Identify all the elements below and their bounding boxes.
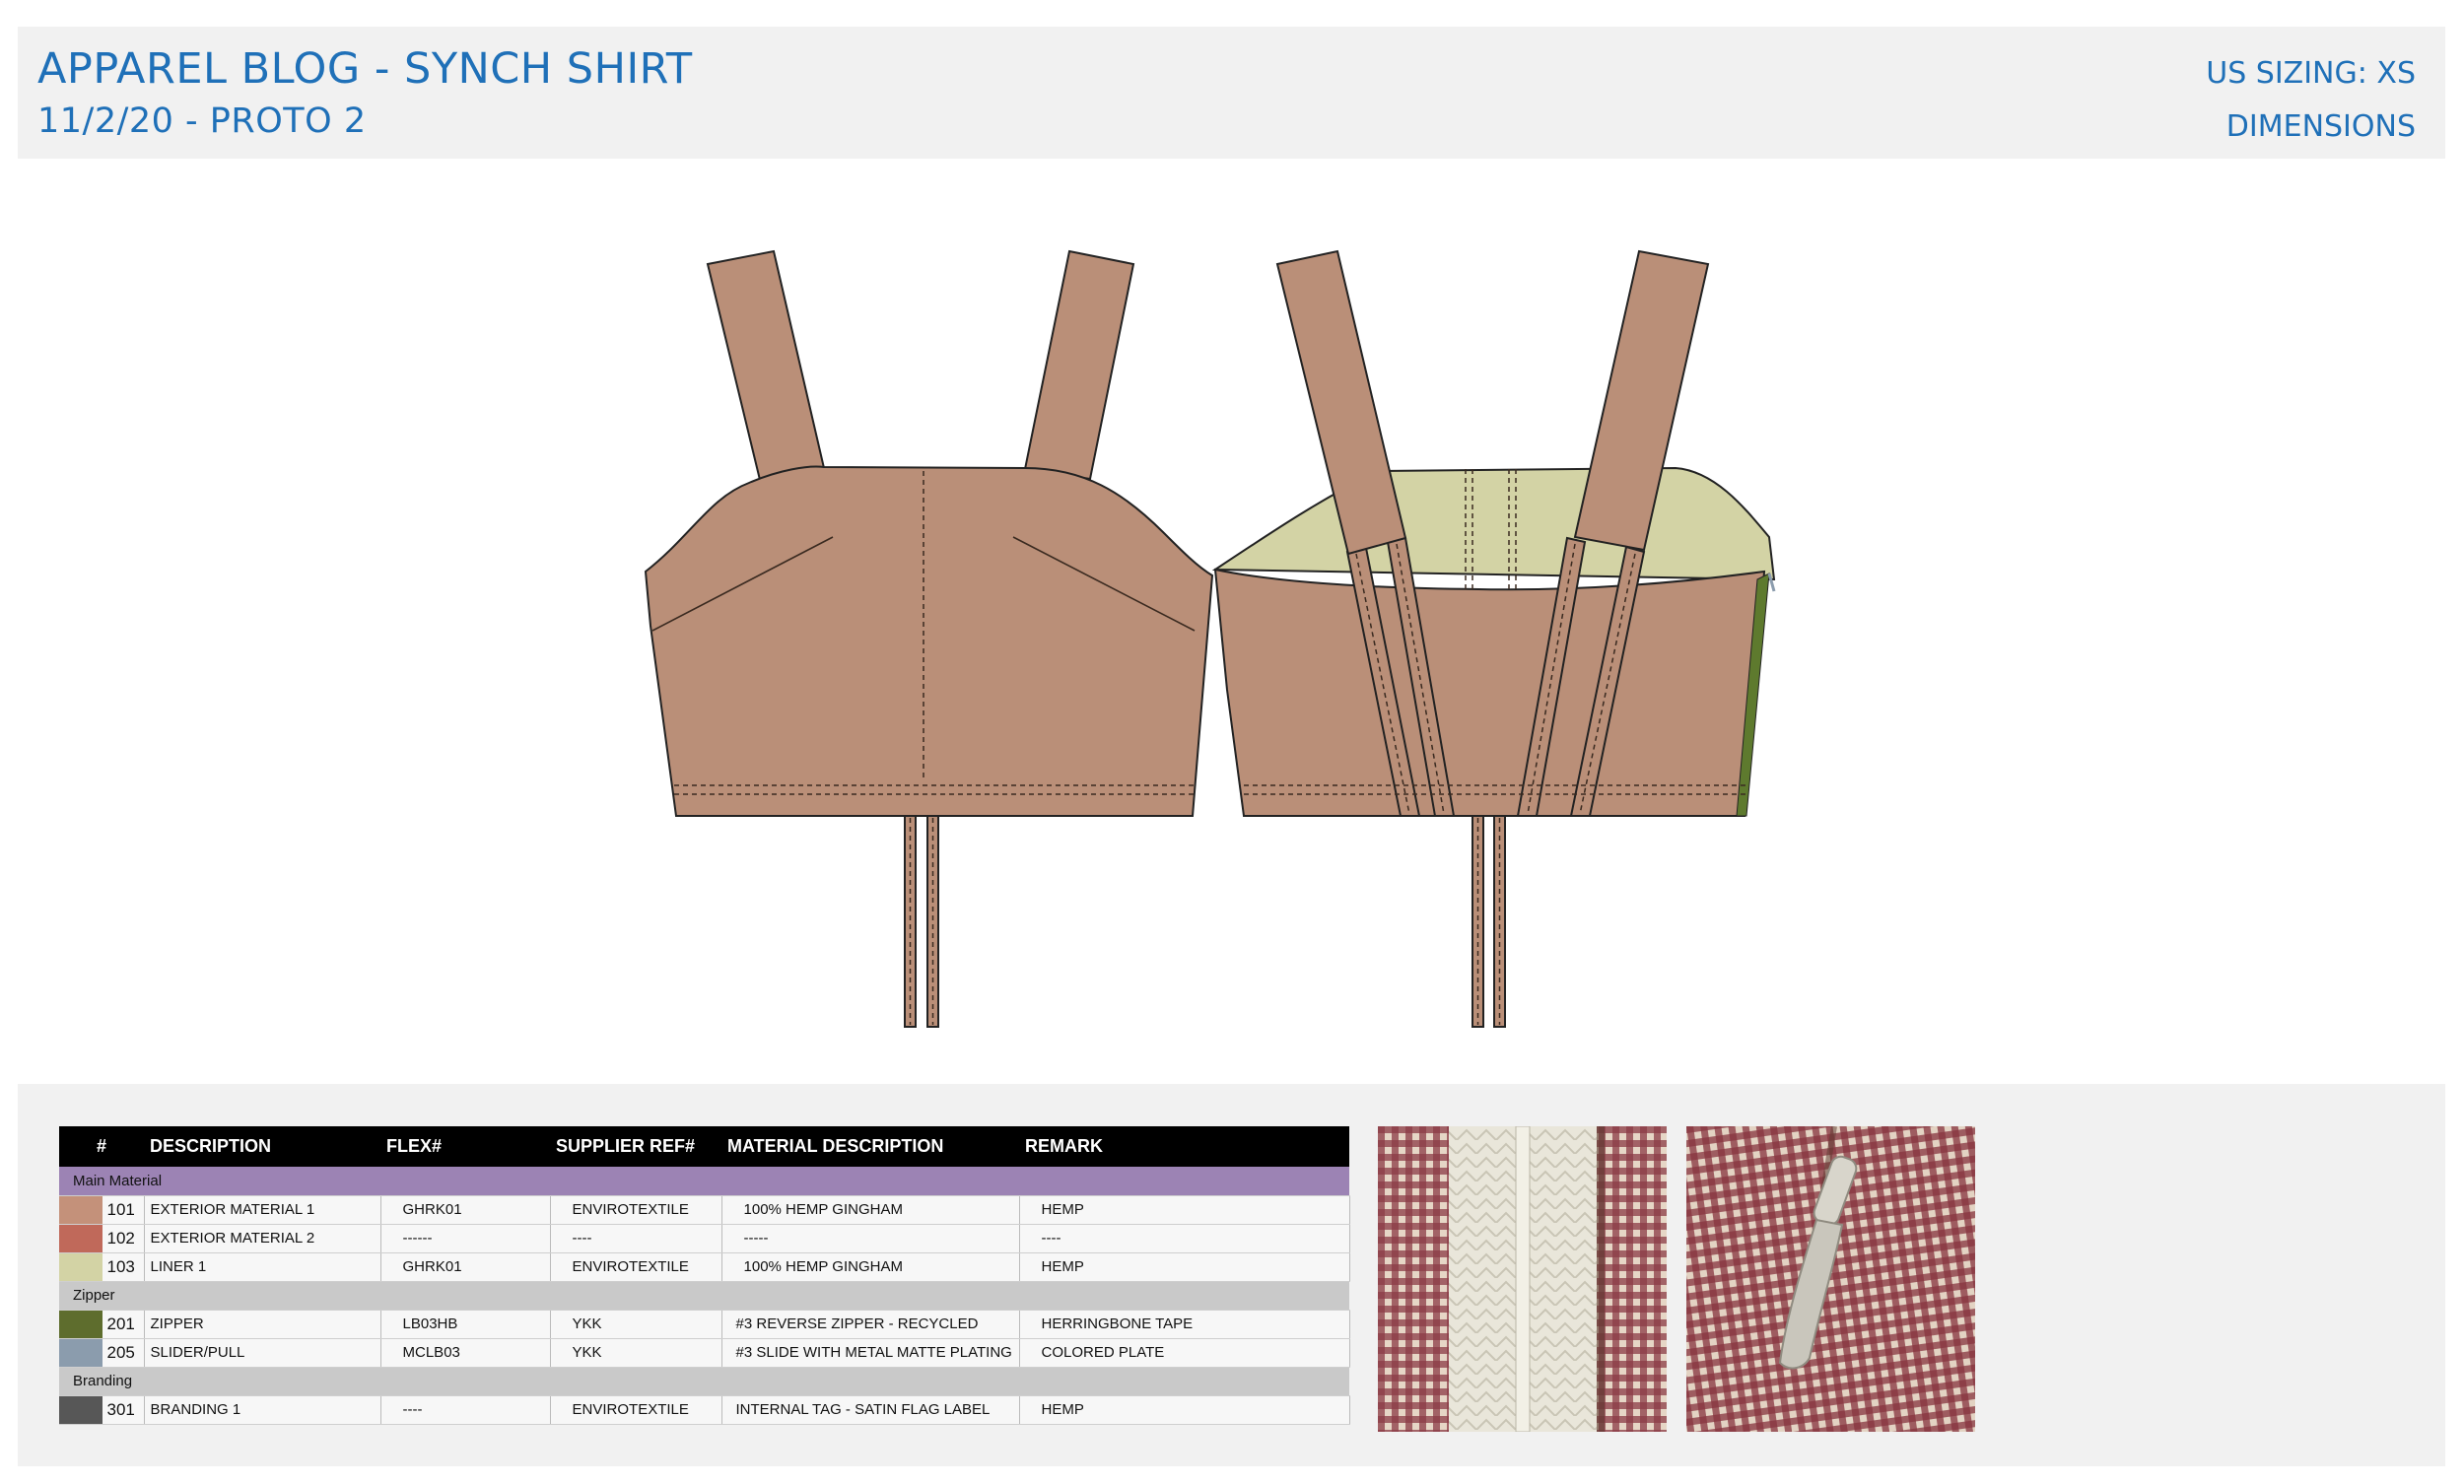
color-swatch — [59, 1252, 103, 1282]
item-description: BRANDING 1 — [144, 1395, 381, 1425]
item-description: LINER 1 — [144, 1252, 381, 1282]
item-supplier: ENVIROTEXTILE — [550, 1195, 722, 1225]
item-remark: HERRINGBONE TAPE — [1019, 1310, 1350, 1339]
color-swatch — [59, 1224, 103, 1253]
item-supplier: ---- — [550, 1224, 722, 1253]
col-flex: FLEX# — [380, 1126, 551, 1167]
item-number: 101 — [103, 1195, 145, 1225]
item-flex: LB03HB — [380, 1310, 551, 1339]
back-body — [1213, 568, 1766, 817]
item-number: 102 — [103, 1224, 145, 1253]
front-right-strap — [1023, 249, 1135, 481]
back-liner — [1211, 466, 1776, 581]
color-swatch — [59, 1195, 103, 1225]
col-num: # — [59, 1126, 145, 1167]
item-number: 201 — [103, 1310, 145, 1339]
item-description: SLIDER/PULL — [144, 1338, 381, 1368]
item-material: 100% HEMP GINGHAM — [721, 1195, 1020, 1225]
item-description: EXTERIOR MATERIAL 1 — [144, 1195, 381, 1225]
item-material: #3 SLIDE WITH METAL MATTE PLATING — [721, 1338, 1020, 1368]
color-swatch — [59, 1338, 103, 1368]
item-remark: COLORED PLATE — [1019, 1338, 1350, 1368]
col-material-description: MATERIAL DESCRIPTION — [721, 1126, 1020, 1167]
table-row: 102 EXTERIOR MATERIAL 2 ------ ---- ----… — [59, 1224, 1350, 1253]
item-supplier: YKK — [550, 1310, 722, 1339]
section-label: Zipper — [59, 1281, 1350, 1311]
item-flex: ---- — [380, 1395, 551, 1425]
col-remark: REMARK — [1019, 1126, 1350, 1167]
item-number: 205 — [103, 1338, 145, 1368]
front-body — [644, 465, 1214, 817]
item-remark: HEMP — [1019, 1395, 1350, 1425]
zipper-tape-photo — [1378, 1126, 1667, 1432]
item-flex: ------ — [380, 1224, 551, 1253]
item-number: 301 — [103, 1395, 145, 1425]
item-remark: HEMP — [1019, 1252, 1350, 1282]
table-row: 103 LINER 1 GHRK01 ENVIROTEXTILE 100% HE… — [59, 1252, 1350, 1282]
section-row: Branding — [59, 1367, 1350, 1396]
garment-sketches: .body { fill: #ba8f78; stroke: #222; str… — [644, 249, 1776, 1028]
section-row: Zipper — [59, 1281, 1350, 1311]
item-flex: GHRK01 — [380, 1252, 551, 1282]
col-description: DESCRIPTION — [144, 1126, 381, 1167]
item-material: INTERNAL TAG - SATIN FLAG LABEL — [721, 1395, 1020, 1425]
item-supplier: YKK — [550, 1338, 722, 1368]
table-row: 205 SLIDER/PULL MCLB03 YKK #3 SLIDE WITH… — [59, 1338, 1350, 1368]
section-label: Branding — [59, 1367, 1350, 1396]
item-supplier: ENVIROTEXTILE — [550, 1395, 722, 1425]
item-description: ZIPPER — [144, 1310, 381, 1339]
item-flex: MCLB03 — [380, 1338, 551, 1368]
front-left-strap — [706, 249, 826, 482]
bom-header-row: # DESCRIPTION FLEX# SUPPLIER REF# MATERI… — [59, 1126, 1350, 1167]
item-description: EXTERIOR MATERIAL 2 — [144, 1224, 381, 1253]
item-number: 103 — [103, 1252, 145, 1282]
item-supplier: ENVIROTEXTILE — [550, 1252, 722, 1282]
front-view — [644, 249, 1214, 1028]
item-remark: ---- — [1019, 1224, 1350, 1253]
zipper-pull-photo — [1686, 1126, 1975, 1432]
section-label: Main Material — [59, 1167, 1350, 1196]
back-view — [1211, 249, 1776, 1028]
item-material: 100% HEMP GINGHAM — [721, 1252, 1020, 1282]
color-swatch — [59, 1395, 103, 1425]
item-remark: HEMP — [1019, 1195, 1350, 1225]
item-flex: GHRK01 — [380, 1195, 551, 1225]
item-material: ----- — [721, 1224, 1020, 1253]
section-row: Main Material — [59, 1167, 1350, 1196]
back-left-strap — [1275, 249, 1407, 556]
col-supplier-ref: SUPPLIER REF# — [550, 1126, 722, 1167]
table-row: 301 BRANDING 1 ---- ENVIROTEXTILE INTERN… — [59, 1395, 1350, 1425]
table-row: 101 EXTERIOR MATERIAL 1 GHRK01 ENVIROTEX… — [59, 1195, 1350, 1225]
color-swatch — [59, 1310, 103, 1339]
item-material: #3 REVERSE ZIPPER - RECYCLED — [721, 1310, 1020, 1339]
table-row: 201 ZIPPER LB03HB YKK #3 REVERSE ZIPPER … — [59, 1310, 1350, 1339]
bom-table: # DESCRIPTION FLEX# SUPPLIER REF# MATERI… — [59, 1126, 1350, 1425]
